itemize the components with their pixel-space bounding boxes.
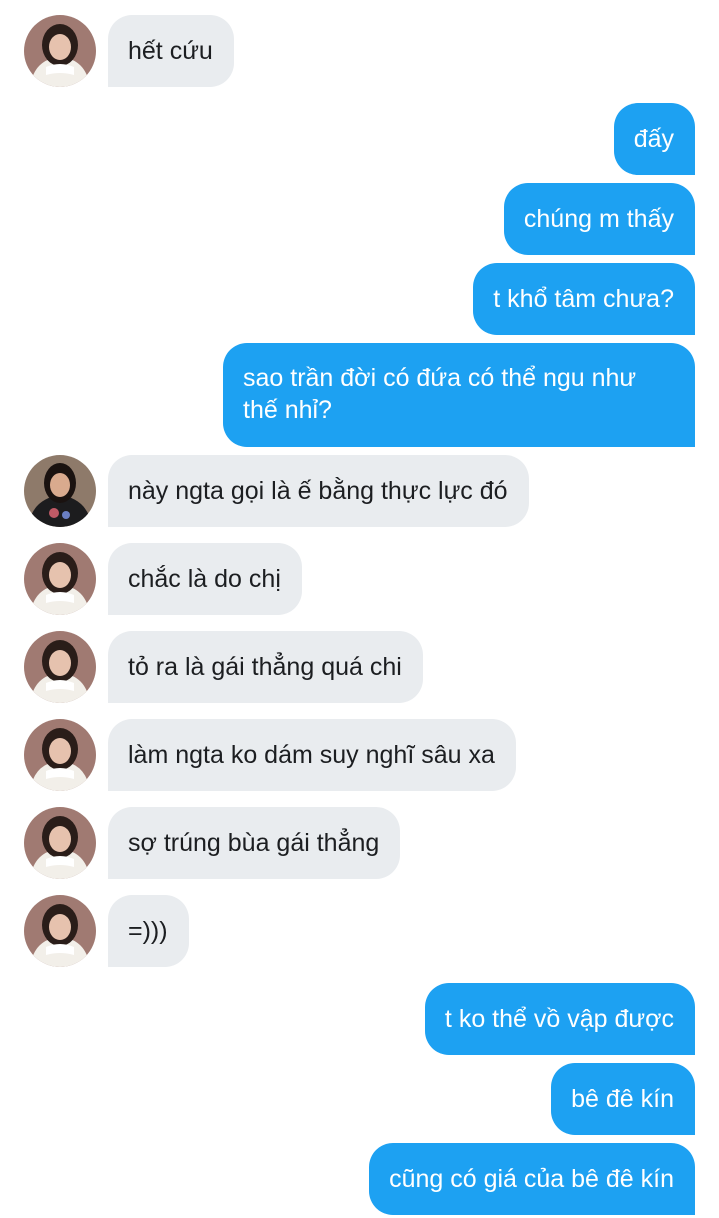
message-bubble-incoming[interactable]: tỏ ra là gái thẳng quá chi bbox=[108, 631, 423, 703]
message-bubble-outgoing[interactable]: t khổ tâm chưa? bbox=[473, 263, 695, 335]
avatar[interactable] bbox=[24, 807, 96, 879]
message-bubble-incoming[interactable]: sợ trúng bùa gái thẳng bbox=[108, 807, 401, 879]
avatar[interactable] bbox=[24, 719, 96, 791]
message-bubble-incoming[interactable]: hết cứu bbox=[108, 15, 234, 87]
message-bubble-outgoing[interactable]: cũng có giá của bê đê kín bbox=[369, 1143, 695, 1215]
message-bubble-incoming[interactable]: này ngta gọi là ế bằng thực lực đó bbox=[108, 455, 529, 527]
message-bubble-incoming[interactable]: làm ngta ko dám suy nghĩ sâu xa bbox=[108, 719, 516, 791]
message-bubble-outgoing[interactable]: t ko thể vồ vập được bbox=[424, 983, 695, 1055]
avatar[interactable] bbox=[24, 15, 96, 87]
conversation-thread: hết cứu đấy chúng m thấy t khổ tâm chưa?… bbox=[0, 0, 719, 1218]
message-bubble-outgoing[interactable]: chúng m thấy bbox=[503, 183, 695, 255]
avatar[interactable] bbox=[24, 543, 96, 615]
message-bubble-outgoing[interactable]: đấy bbox=[613, 103, 695, 175]
avatar[interactable] bbox=[24, 455, 96, 527]
message-bubble-outgoing[interactable]: bê đê kín bbox=[551, 1063, 695, 1135]
message-bubble-outgoing[interactable]: sao trần đời có đứa có thể ngu như thế n… bbox=[223, 343, 695, 447]
message-bubble-incoming[interactable]: chắc là do chị bbox=[108, 543, 302, 615]
message-bubble-incoming[interactable]: =))) bbox=[108, 895, 189, 967]
avatar[interactable] bbox=[24, 895, 96, 967]
avatar[interactable] bbox=[24, 631, 96, 703]
